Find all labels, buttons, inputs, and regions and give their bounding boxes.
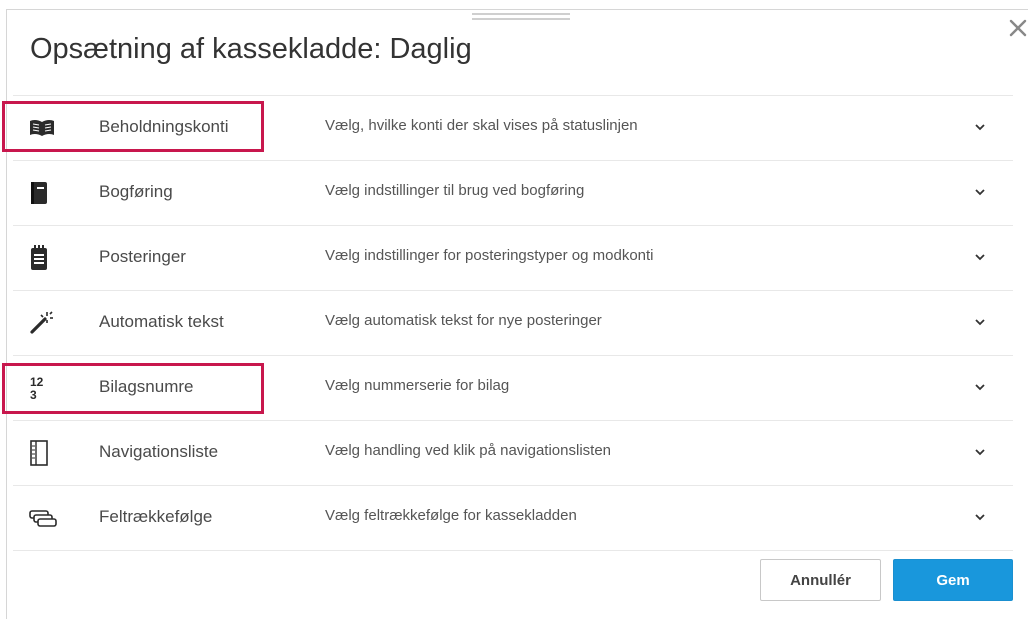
section-description: Vælg handling ved klik på navigationslis…	[325, 442, 612, 459]
section-row-feltraekkefolge[interactable]: Feltrækkefølge Vælg feltrækkefølge for k…	[13, 485, 1013, 551]
cancel-button[interactable]: Annullér	[760, 559, 881, 601]
dialog-title: Opsætning af kassekladde: Daglig	[30, 33, 472, 65]
open-book-icon	[28, 114, 58, 142]
section-row-posteringer[interactable]: Posteringer Vælg indstillinger for poste…	[13, 225, 1013, 290]
section-description: Vælg feltrækkefølge for kassekladden	[325, 507, 577, 524]
section-description: Vælg nummerserie for bilag	[325, 377, 510, 394]
section-row-automatisk-tekst[interactable]: Automatisk tekst Vælg automatisk tekst f…	[13, 290, 1013, 355]
chevron-down-icon	[975, 319, 985, 326]
drag-handle[interactable]	[472, 13, 570, 20]
chevron-down-icon	[975, 124, 985, 131]
numbers-icon-bottom: 3	[30, 388, 37, 402]
magic-wand-icon	[28, 309, 58, 337]
section-description: Vælg indstillinger for posteringstyper o…	[325, 247, 654, 264]
section-label: Beholdningskonti	[99, 117, 229, 136]
section-row-bilagsnumre[interactable]: 12 3 Bilagsnumre Vælg nummerserie for bi…	[13, 355, 1013, 420]
field-order-icon	[28, 504, 58, 532]
close-button[interactable]	[1006, 16, 1028, 38]
chevron-down-icon	[975, 254, 985, 261]
section-label: Automatisk tekst	[99, 312, 224, 331]
section-row-navigationsliste[interactable]: Navigationsliste Vælg handling ved klik …	[13, 420, 1013, 485]
section-label: Bogføring	[99, 182, 173, 201]
section-label: Posteringer	[99, 247, 186, 266]
chevron-down-icon	[975, 384, 985, 391]
section-description: Vælg indstillinger til brug ved bogførin…	[325, 182, 585, 199]
chevron-down-icon	[975, 189, 985, 196]
numbers-icon: 12 3	[28, 374, 58, 402]
settings-section-list: Beholdningskonti Vælg, hvilke konti der …	[13, 95, 1013, 551]
sidebar-list-icon	[28, 439, 58, 467]
chevron-down-icon	[975, 514, 985, 521]
section-label: Bilagsnumre	[99, 377, 194, 396]
close-icon	[1009, 19, 1027, 37]
section-description: Vælg, hvilke konti der skal vises på sta…	[325, 117, 638, 134]
section-row-bogforing[interactable]: Bogføring Vælg indstillinger til brug ve…	[13, 160, 1013, 225]
section-description: Vælg automatisk tekst for nye posteringe…	[325, 312, 602, 329]
notepad-icon	[28, 244, 58, 272]
notebook-icon	[28, 179, 58, 207]
section-row-beholdningskonti[interactable]: Beholdningskonti Vælg, hvilke konti der …	[13, 95, 1013, 160]
chevron-down-icon	[975, 449, 985, 456]
numbers-icon-top: 12	[30, 375, 44, 389]
section-label: Feltrækkefølge	[99, 507, 213, 526]
section-label: Navigationsliste	[99, 442, 219, 461]
save-button[interactable]: Gem	[893, 559, 1013, 601]
